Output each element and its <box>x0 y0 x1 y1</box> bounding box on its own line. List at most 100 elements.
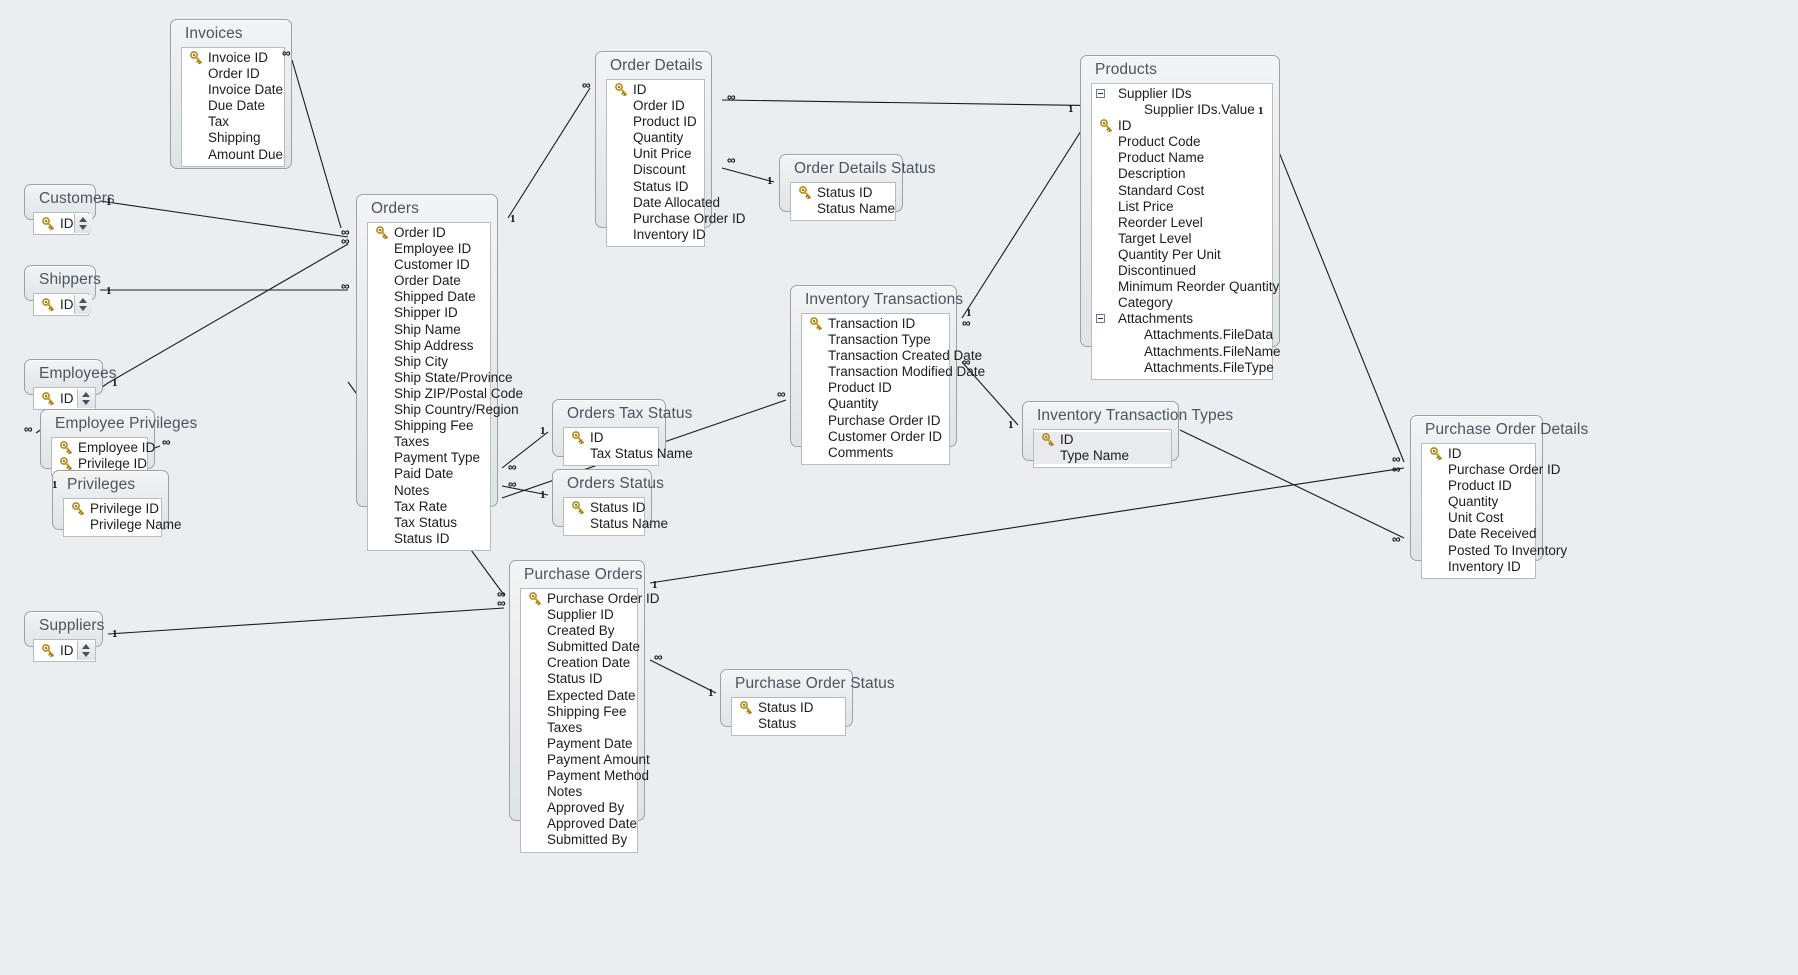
field-row[interactable]: Date Allocated <box>607 195 720 211</box>
field-row[interactable]: Amount Due <box>182 147 284 163</box>
field-row[interactable]: Tax Status <box>368 515 490 531</box>
table-title-purchase-order-details[interactable]: Purchase Order Details <box>1411 416 1588 443</box>
field-row[interactable]: Quantity Per Unit <box>1092 247 1272 263</box>
table-suppliers[interactable]: Suppliers ID <box>24 611 104 662</box>
field-row[interactable]: Taxes <box>521 720 637 736</box>
field-row[interactable]: Notes <box>521 784 637 800</box>
table-title-orders[interactable]: Orders <box>357 195 497 222</box>
relationship-employees-orders[interactable] <box>107 243 349 384</box>
field-row[interactable]: Purchase Order ID <box>802 413 949 429</box>
field-row[interactable]: Quantity <box>607 130 704 146</box>
field-row[interactable]: Submitted Date <box>521 639 640 655</box>
field-row[interactable]: Customer ID <box>368 257 490 273</box>
field-row[interactable]: Notes <box>368 483 490 499</box>
table-purchase-orders[interactable]: Purchase Orders Purchase Order ID Supplier… <box>509 560 660 853</box>
field-row[interactable]: Supplier ID <box>521 607 637 623</box>
field-row[interactable]: Ship Country/Region <box>368 402 519 418</box>
field-row[interactable]: Shipper ID <box>368 305 490 321</box>
field-row[interactable]: Status ID <box>564 500 646 516</box>
table-order-details-status[interactable]: Order Details Status Status ID Status Name <box>779 154 935 222</box>
field-row[interactable]: Employee ID <box>52 440 155 456</box>
table-title-inventory-transactions[interactable]: Inventory Transactions <box>791 286 963 313</box>
field-row[interactable]: Order Date <box>368 273 490 289</box>
field-row[interactable]: Taxes <box>368 434 490 450</box>
field-row[interactable]: Payment Method <box>521 768 649 784</box>
field-row[interactable]: Transaction Created Date <box>802 348 982 364</box>
table-title-purchase-order-status[interactable]: Purchase Order Status <box>721 670 895 697</box>
field-scroll-spinner[interactable] <box>77 389 95 408</box>
relationship-orders-order-details[interactable] <box>507 87 591 219</box>
table-title-shippers[interactable]: Shippers <box>25 266 101 293</box>
field-row[interactable]: Shipped Date <box>368 289 490 305</box>
field-row[interactable]: Type Name <box>1034 448 1171 465</box>
field-row[interactable]: ID <box>34 641 77 660</box>
field-row[interactable]: Shipping Fee <box>368 418 490 434</box>
relationship-suppliers-purchase-orders[interactable] <box>107 607 505 635</box>
table-title-privileges[interactable]: Privileges <box>53 471 168 498</box>
relationship-purchase-orders-po-details[interactable] <box>649 467 1405 584</box>
field-row[interactable]: Order ID <box>607 98 704 114</box>
table-order-details[interactable]: Order Details ID Order ID Product ID Quantit… <box>595 51 746 247</box>
table-title-customers[interactable]: Customers <box>25 185 115 212</box>
field-row[interactable]: Customer Order ID <box>802 429 949 445</box>
field-row[interactable]: Shipping Fee <box>521 704 637 720</box>
field-row[interactable]: Supplier IDs <box>1092 86 1272 102</box>
field-scroll-spinner[interactable] <box>73 295 92 314</box>
field-row[interactable]: Attachments.FileData <box>1092 327 1273 343</box>
field-row[interactable]: Invoice ID <box>182 50 284 66</box>
field-row[interactable]: Attachments.FileType <box>1092 360 1274 376</box>
relationship-orders-invoices[interactable] <box>291 59 342 229</box>
field-row[interactable]: Status Name <box>564 516 668 532</box>
field-row[interactable]: Minimum Reorder Quantity <box>1092 279 1279 295</box>
field-row[interactable]: Tax Rate <box>368 499 490 515</box>
field-row[interactable]: Ship Address <box>368 338 490 354</box>
field-row[interactable]: Standard Cost <box>1092 183 1272 199</box>
table-inventory-transaction-types[interactable]: Inventory Transaction Types ID Type Name <box>1022 401 1233 469</box>
field-row[interactable]: Transaction Modified Date <box>802 364 985 380</box>
field-row[interactable]: Attachments.FileName <box>1092 344 1281 360</box>
table-purchase-order-status[interactable]: Purchase Order Status Status ID Status <box>720 669 895 737</box>
field-row[interactable]: Reorder Level <box>1092 215 1272 231</box>
field-row[interactable]: Invoice Date <box>182 82 284 98</box>
field-row[interactable]: Inventory ID <box>607 227 706 243</box>
table-invoices[interactable]: Invoices Invoice ID Order ID Invoice Date Du… <box>170 19 292 169</box>
table-orders[interactable]: Orders Order ID Employee ID Customer ID Orde… <box>356 194 523 551</box>
field-row[interactable]: Product ID <box>607 114 704 130</box>
table-employee-privileges[interactable]: Employee Privileges Employee ID Privilege … <box>40 409 197 477</box>
field-row[interactable]: ID <box>34 214 74 233</box>
field-row[interactable]: Product Name <box>1092 150 1272 166</box>
field-row[interactable]: Transaction ID <box>802 316 949 332</box>
field-row[interactable]: ID <box>1034 432 1171 449</box>
table-purchase-order-details[interactable]: Purchase Order Details ID Purchase Order I… <box>1410 415 1588 579</box>
field-row[interactable]: ID <box>1092 118 1272 134</box>
field-row[interactable]: Expected Date <box>521 688 637 704</box>
table-customers[interactable]: Customers ID <box>24 184 115 235</box>
field-row[interactable]: ID <box>34 389 77 408</box>
field-row[interactable]: Product Code <box>1092 134 1272 150</box>
field-row[interactable]: Unit Price <box>607 146 704 162</box>
table-title-inventory-transaction-types[interactable]: Inventory Transaction Types <box>1023 402 1233 429</box>
relationships-canvas[interactable]: Invoices Invoice ID Order ID Invoice Date Du… <box>0 0 1798 975</box>
field-row[interactable]: Target Level <box>1092 231 1272 247</box>
field-row[interactable]: Status ID <box>607 179 704 195</box>
field-row[interactable]: Description <box>1092 166 1272 182</box>
table-title-order-details-status[interactable]: Order Details Status <box>780 155 935 182</box>
field-row[interactable]: Ship State/Province <box>368 370 513 386</box>
field-row[interactable]: Created By <box>521 623 637 639</box>
field-row[interactable]: Payment Type <box>368 450 490 466</box>
field-row[interactable]: Approved By <box>521 800 637 816</box>
field-row[interactable]: Tax <box>182 114 284 130</box>
field-row[interactable]: Privilege Name <box>64 517 182 533</box>
table-title-employee-privileges[interactable]: Employee Privileges <box>41 410 197 437</box>
field-row[interactable]: Status ID <box>732 700 845 716</box>
field-row[interactable]: Product ID <box>1422 478 1535 494</box>
field-row[interactable]: Payment Amount <box>521 752 650 768</box>
field-row[interactable]: Payment Date <box>521 736 637 752</box>
field-row[interactable]: Quantity <box>1422 494 1535 510</box>
field-row[interactable]: Order ID <box>368 225 490 241</box>
field-row[interactable]: ID <box>1422 446 1535 462</box>
field-row[interactable]: Ship Name <box>368 322 490 338</box>
field-row[interactable]: Paid Date <box>368 466 490 482</box>
table-title-orders-status[interactable]: Orders Status <box>553 470 664 497</box>
table-title-order-details[interactable]: Order Details <box>596 52 711 79</box>
